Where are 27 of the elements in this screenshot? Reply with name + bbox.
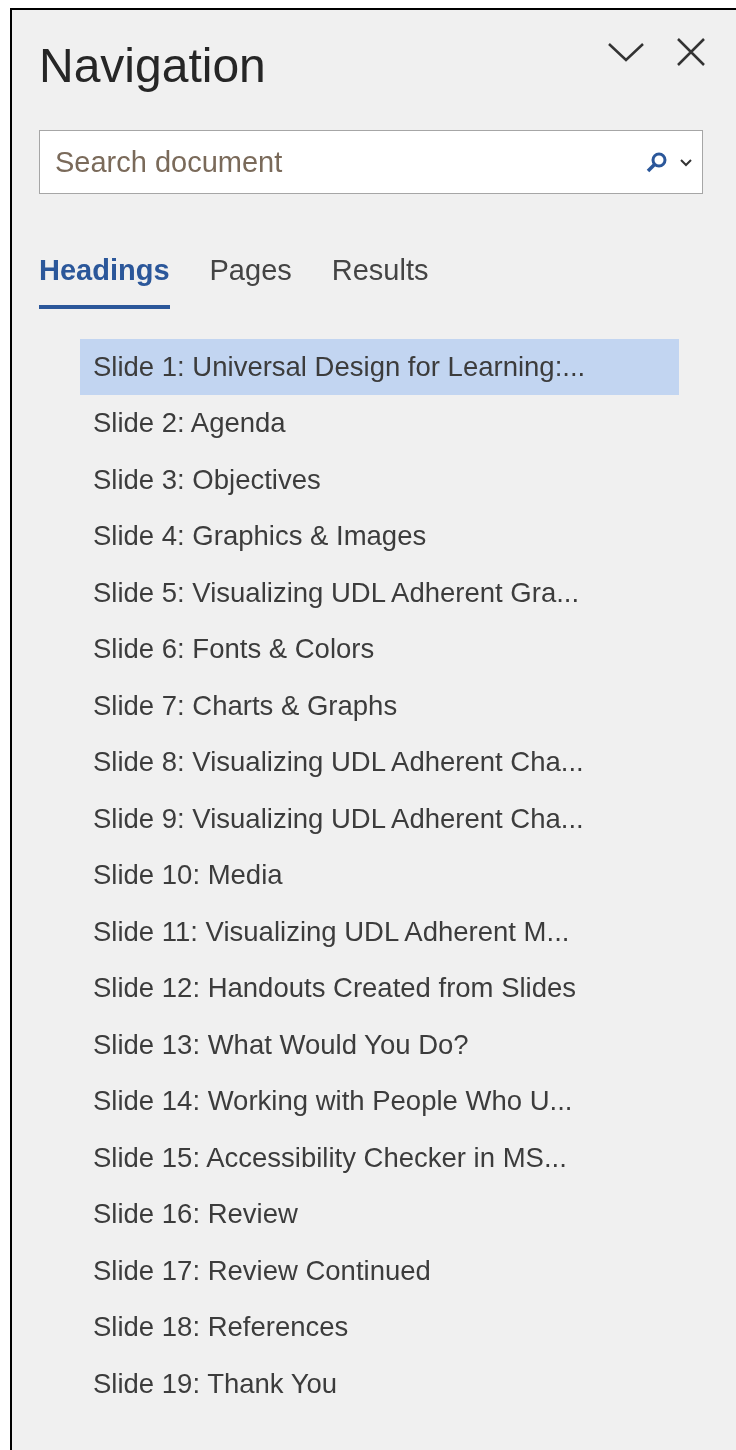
tab[interactable]: Headings xyxy=(39,248,170,309)
heading-item[interactable]: Slide 16: Review xyxy=(80,1186,679,1243)
heading-item[interactable]: Slide 11: Visualizing UDL Adherent M... xyxy=(80,903,679,960)
heading-item[interactable]: Slide 10: Media xyxy=(80,847,679,904)
search-icon[interactable] xyxy=(645,151,669,173)
tab[interactable]: Results xyxy=(331,248,429,309)
heading-item[interactable]: Slide 6: Fonts & Colors xyxy=(80,621,679,678)
heading-item[interactable]: Slide 8: Visualizing UDL Adherent Cha... xyxy=(80,734,679,791)
heading-item[interactable]: Slide 19: Thank You xyxy=(80,1355,679,1412)
heading-item[interactable]: Slide 3: Objectives xyxy=(80,451,679,508)
heading-item[interactable]: Slide 2: Agenda xyxy=(80,395,679,452)
search-field[interactable]: Search document xyxy=(39,130,703,194)
heading-item[interactable]: Slide 9: Visualizing UDL Adherent Cha... xyxy=(80,790,679,847)
heading-item[interactable]: Slide 1: Universal Design for Learning:... xyxy=(80,339,679,395)
pane-title: Navigation xyxy=(39,37,266,93)
close-icon[interactable] xyxy=(676,37,706,67)
heading-item[interactable]: Slide 12: Handouts Created from Slides xyxy=(80,960,679,1017)
caret-icon[interactable] xyxy=(679,158,693,168)
heading-item[interactable]: Slide 14: Working with People Who U... xyxy=(80,1073,679,1130)
heading-item[interactable]: Slide 5: Visualizing UDL Adherent Gra... xyxy=(80,564,679,621)
heading-item[interactable]: Slide 15: Accessibility Checker in MS... xyxy=(80,1129,679,1186)
heading-item[interactable]: Slide 13: What Would You Do? xyxy=(80,1016,679,1073)
heading-item[interactable]: Slide 4: Graphics & Images xyxy=(80,508,679,565)
tab[interactable]: Pages xyxy=(209,248,292,309)
heading-item[interactable]: Slide 18: References xyxy=(80,1299,679,1356)
heading-item[interactable]: Slide 7: Charts & Graphs xyxy=(80,677,679,734)
heading-item[interactable]: Slide 17: Review Continued xyxy=(80,1242,679,1299)
